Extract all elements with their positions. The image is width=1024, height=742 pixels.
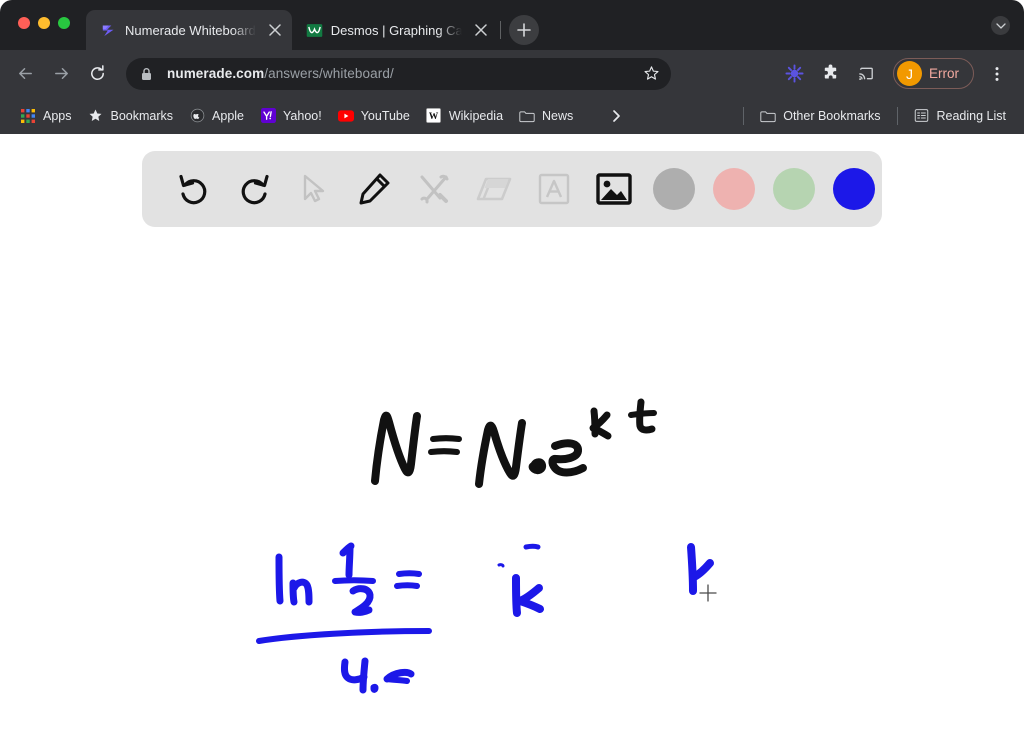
ink-denominator-blue <box>340 657 415 694</box>
cast-icon[interactable] <box>849 57 883 91</box>
reading-list-icon <box>914 108 930 124</box>
tab-close-button[interactable] <box>470 19 492 41</box>
desmos-logo-icon <box>306 22 323 39</box>
text-tool-button[interactable] <box>524 159 584 219</box>
tab-close-button[interactable] <box>264 19 286 41</box>
bookmarks-bar-right: Other Bookmarks Reading List <box>735 104 1014 128</box>
bookmarks-overflow-button[interactable] <box>599 105 633 127</box>
window-traffic-lights <box>18 17 70 29</box>
status-badge: Error <box>929 66 959 81</box>
browser-toolbar: numerade.com/answers/whiteboard/ J Error <box>0 50 1024 97</box>
yahoo-icon <box>260 108 276 124</box>
browser-window: Numerade Whiteboard Desmos | Graphing Ca… <box>0 0 1024 742</box>
reload-button[interactable] <box>80 57 114 91</box>
folder-icon <box>760 108 776 124</box>
sunburst-icon[interactable] <box>777 57 811 91</box>
eraser-tool-button[interactable] <box>464 159 524 219</box>
pen-tool-button[interactable] <box>344 159 404 219</box>
crosshair-cursor <box>699 584 717 602</box>
address-bar[interactable]: numerade.com/answers/whiteboard/ <box>126 57 671 90</box>
bookmark-wikipedia[interactable]: W Wikipedia <box>418 104 511 128</box>
wikipedia-icon: W <box>426 108 442 124</box>
color-swatch-green[interactable] <box>773 168 815 210</box>
bookmark-label: Apple <box>212 108 245 123</box>
ink-fraction-bar-blue <box>256 628 432 644</box>
bookmark-apps[interactable]: Apps <box>12 104 80 128</box>
profile-button[interactable]: J Error <box>893 58 974 89</box>
color-swatch-blue[interactable] <box>833 168 875 210</box>
tab-strip: Numerade Whiteboard Desmos | Graphing Ca… <box>0 0 1024 50</box>
bookmark-label: Other Bookmarks <box>783 108 881 123</box>
window-minimize-button[interactable] <box>38 17 50 29</box>
three-dots-vertical-icon[interactable] <box>980 57 1014 91</box>
star-outline-icon[interactable] <box>637 60 665 88</box>
bookmark-label: Yahoo! <box>283 108 322 123</box>
bookmark-label: Apps <box>43 108 72 123</box>
shapes-tool-button[interactable] <box>404 159 464 219</box>
tab-divider <box>499 21 501 39</box>
bookmarks-divider <box>896 106 898 125</box>
ink-equation-black <box>371 398 657 488</box>
apps-grid-icon <box>20 108 36 124</box>
color-swatch-pink-wrap <box>704 159 764 219</box>
address-bar-url: numerade.com/answers/whiteboard/ <box>167 66 637 81</box>
lock-icon <box>140 67 156 81</box>
bookmark-reading-list[interactable]: Reading List <box>906 104 1015 128</box>
image-tool-button[interactable] <box>584 159 644 219</box>
bookmark-news[interactable]: News <box>511 104 581 128</box>
bookmark-label: News <box>542 108 574 123</box>
ink-stroke-blue <box>687 543 714 595</box>
bookmark-label: Bookmarks <box>110 108 174 123</box>
back-button[interactable] <box>8 57 42 91</box>
puzzle-piece-icon[interactable] <box>813 57 847 91</box>
bookmark-other-bookmarks[interactable]: Other Bookmarks <box>752 104 888 128</box>
bookmark-label: Reading List <box>936 108 1007 123</box>
folder-icon <box>519 108 535 124</box>
forward-button[interactable] <box>44 57 78 91</box>
color-swatch-green-wrap <box>764 159 824 219</box>
bookmark-apple[interactable]: Apple <box>181 104 252 128</box>
numerade-logo-icon <box>100 22 117 39</box>
tab-title: Desmos | Graphing Calculator <box>330 22 462 38</box>
url-host: numerade.com <box>167 66 265 81</box>
youtube-icon <box>337 108 354 124</box>
tab-title: Numerade Whiteboard <box>125 22 256 38</box>
ink-letter-k-blue <box>497 543 544 617</box>
tab-desmos-graphing-calculator[interactable]: Desmos | Graphing Calculator <box>292 10 498 50</box>
color-swatch-gray-wrap <box>644 159 704 219</box>
url-path: /answers/whiteboard/ <box>264 66 394 81</box>
redo-button[interactable] <box>224 159 284 219</box>
tab-numerade-whiteboard[interactable]: Numerade Whiteboard <box>86 10 292 50</box>
window-close-button[interactable] <box>18 17 30 29</box>
new-tab-button[interactable] <box>508 15 539 45</box>
bookmark-youtube[interactable]: YouTube <box>330 104 418 128</box>
tab-list: Numerade Whiteboard Desmos | Graphing Ca… <box>86 0 539 50</box>
color-swatch-blue-wrap <box>824 159 884 219</box>
color-swatch-pink[interactable] <box>713 168 755 210</box>
apple-icon <box>189 108 205 124</box>
color-swatch-gray[interactable] <box>653 168 695 210</box>
bookmarks-divider <box>743 106 745 125</box>
select-tool-button[interactable] <box>284 159 344 219</box>
bookmark-label: Wikipedia <box>448 108 504 123</box>
bookmark-label: YouTube <box>360 108 410 123</box>
bookmark-bookmarks[interactable]: Bookmarks <box>80 104 182 128</box>
svg-text:W: W <box>429 112 439 122</box>
tab-search-button[interactable] <box>991 16 1010 35</box>
avatar: J <box>897 61 922 86</box>
toolbar-actions: J Error <box>777 57 1014 91</box>
undo-button[interactable] <box>164 159 224 219</box>
window-zoom-button[interactable] <box>58 17 70 29</box>
whiteboard-toolbar <box>142 151 882 227</box>
star-filled-icon <box>88 108 104 124</box>
bookmarks-bar: Apps Bookmarks Apple Yahoo! YouTube W Wi… <box>0 97 1024 134</box>
bookmark-yahoo[interactable]: Yahoo! <box>252 104 330 128</box>
whiteboard-page <box>0 134 1024 742</box>
